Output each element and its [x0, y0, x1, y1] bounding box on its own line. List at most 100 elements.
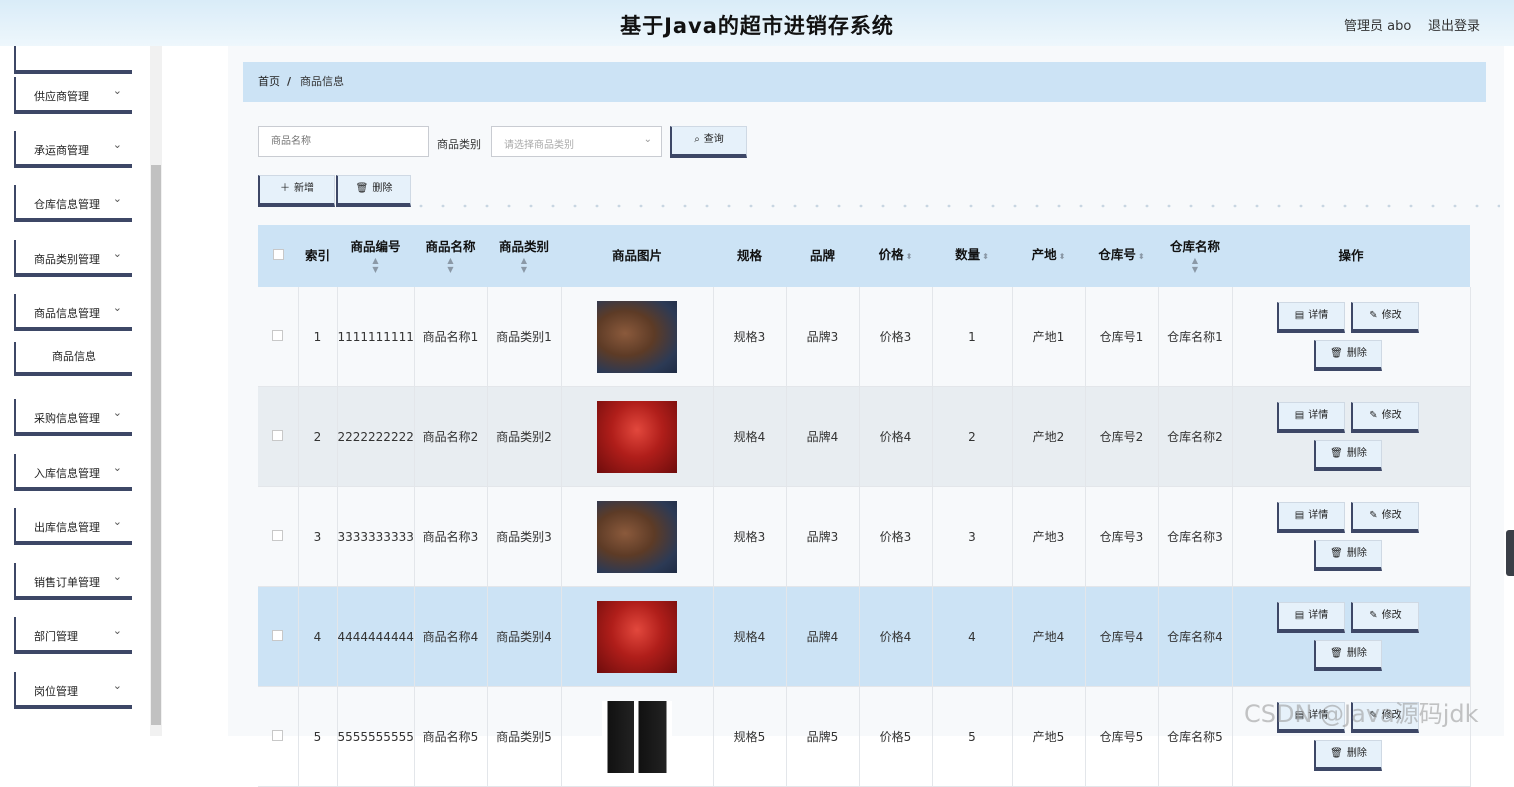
bulk-delete-button[interactable]: 🗑 删除: [336, 175, 411, 207]
product-thumbnail[interactable]: [597, 500, 677, 573]
select-all-checkbox[interactable]: [272, 249, 284, 260]
trash-icon: 🗑: [1330, 547, 1343, 559]
header-price[interactable]: 价格 ⬍: [859, 225, 932, 287]
sort-icon[interactable]: ▲ ▼: [337, 256, 414, 274]
product-thumbnail[interactable]: [597, 400, 677, 473]
sidebar-item-inbound[interactable]: 入库信息管理 ⌄: [14, 454, 132, 491]
header-label: 品牌: [809, 248, 835, 263]
row-checkbox[interactable]: [272, 529, 284, 541]
cell-spec: 规格3: [713, 287, 787, 387]
edit-button[interactable]: ✎ 修改: [1351, 601, 1419, 633]
delete-label: 删除: [1346, 747, 1367, 759]
sidebar-subitem-product-info[interactable]: 商品信息: [14, 342, 132, 376]
sidebar-item-label: 岗位管理: [34, 685, 78, 698]
sidebar-item-label: 出库信息管理: [34, 521, 100, 534]
header-qty[interactable]: 数量 ⬍: [932, 225, 1012, 287]
pencil-icon: ✎: [1369, 409, 1378, 421]
header-label: 商品名称: [425, 239, 476, 254]
sidebar-item-supplier[interactable]: 供应商管理 ⌄: [14, 77, 132, 114]
sort-icon[interactable]: ▲ ▼: [414, 256, 487, 274]
delete-button[interactable]: 🗑 删除: [1314, 439, 1382, 471]
cell-category: 商品类别5: [487, 686, 562, 787]
cell-warehouse-no: 仓库号5: [1085, 686, 1159, 787]
header-warehouse-no[interactable]: 仓库号 ⬍: [1085, 225, 1158, 287]
edit-button[interactable]: ✎ 修改: [1351, 401, 1419, 433]
chevron-down-icon: ⌄: [112, 192, 122, 205]
detail-button[interactable]: ▤ 详情: [1277, 601, 1345, 633]
cell-brand: 品牌4: [786, 386, 860, 487]
add-button[interactable]: ＋ 新增: [258, 175, 335, 207]
edit-label: 修改: [1381, 409, 1402, 421]
detail-button[interactable]: ▤ 详情: [1277, 301, 1345, 333]
sidebar-item-outbound[interactable]: 出库信息管理 ⌄: [14, 508, 132, 545]
cell-spec: 规格3: [713, 486, 787, 587]
delete-button[interactable]: 🗑 删除: [1314, 639, 1382, 671]
query-button[interactable]: ⌕ 查询: [670, 126, 747, 158]
header-label: 价格: [878, 247, 904, 262]
header-warehouse-name[interactable]: 仓库名称 ▲ ▼: [1158, 225, 1232, 287]
detail-label: 详情: [1308, 409, 1329, 421]
cell-category: 商品类别1: [487, 287, 562, 387]
chevron-down-icon: ⌄: [112, 406, 122, 419]
header-label: 数量: [955, 247, 981, 262]
add-label: 新增: [294, 183, 314, 194]
chevron-down-icon: ⌄: [112, 84, 122, 97]
sidebar-item-warehouse[interactable]: 仓库信息管理 ⌄: [14, 185, 132, 222]
cell-warehouse-no: 仓库号4: [1085, 586, 1159, 687]
product-thumbnail[interactable]: [602, 700, 672, 773]
delete-button[interactable]: 🗑 删除: [1314, 739, 1382, 771]
edit-button[interactable]: ✎ 修改: [1351, 501, 1419, 533]
sidebar-item-product[interactable]: 商品信息管理 ⌄: [14, 294, 132, 331]
sort-icon[interactable]: ⬍: [906, 252, 913, 261]
cell-ops: ▤ 详情 ✎ 修改 🗑 删除: [1232, 386, 1471, 487]
sort-icon[interactable]: ▲ ▼: [487, 256, 561, 274]
table-row: 1 1111111111 商品名称1 商品类别1 规格3 品牌3 价格3 1 产地1 仓库号1 仓库…: [258, 287, 1471, 387]
sidebar-item-carrier[interactable]: 承运商管理 ⌄: [14, 131, 132, 168]
breadcrumb-home[interactable]: 首页: [258, 62, 280, 102]
sidebar-item-sales[interactable]: 销售订单管理 ⌄: [14, 563, 132, 600]
detail-button[interactable]: ▤ 详情: [1277, 501, 1345, 533]
header-spec[interactable]: 规格: [713, 225, 786, 287]
sort-icon[interactable]: ▲ ▼: [1158, 256, 1232, 274]
sidebar-item-category[interactable]: 商品类别管理 ⌄: [14, 240, 132, 277]
row-checkbox[interactable]: [272, 329, 284, 341]
row-checkbox[interactable]: [272, 729, 284, 741]
sidebar-item-position[interactable]: 岗位管理 ⌄: [14, 672, 132, 709]
product-thumbnail[interactable]: [597, 600, 677, 673]
logout-link[interactable]: 退出登录: [1428, 15, 1480, 34]
side-panel-handle[interactable]: [1506, 530, 1514, 576]
delete-button[interactable]: 🗑 删除: [1314, 539, 1382, 571]
cell-warehouse-no: 仓库号2: [1085, 386, 1159, 487]
select-all-cell: [258, 225, 298, 287]
product-thumbnail[interactable]: [597, 300, 677, 373]
sidebar-item-department[interactable]: 部门管理 ⌄: [14, 617, 132, 654]
header-label: 索引: [304, 248, 330, 263]
edit-button[interactable]: ✎ 修改: [1351, 301, 1419, 333]
header-index[interactable]: 索引: [298, 225, 337, 287]
sort-icon[interactable]: ⬍: [1059, 252, 1066, 261]
header-image: 商品图片: [561, 225, 713, 287]
detail-label: 详情: [1308, 609, 1329, 621]
sort-icon[interactable]: ⬍: [982, 252, 989, 261]
header-code[interactable]: 商品编号 ▲ ▼: [337, 225, 414, 287]
category-select[interactable]: 请选择商品类别 ⌄: [491, 126, 662, 157]
cell-spec: 规格4: [713, 386, 787, 487]
admin-user: 管理员 abo: [1344, 19, 1412, 34]
row-checkbox[interactable]: [272, 429, 284, 441]
header-brand[interactable]: 品牌: [786, 225, 859, 287]
header-name[interactable]: 商品名称 ▲ ▼: [414, 225, 487, 287]
header-origin[interactable]: 产地 ⬍: [1012, 225, 1085, 287]
sidebar-scroll-thumb[interactable]: [151, 165, 161, 725]
category-placeholder: 请选择商品类别: [504, 140, 574, 151]
delete-button[interactable]: 🗑 删除: [1314, 339, 1382, 371]
cell-name: 商品名称1: [414, 287, 488, 387]
cell-qty: 3: [932, 486, 1013, 587]
sort-icon[interactable]: ⬍: [1138, 252, 1145, 261]
sidebar-item-partial[interactable]: [14, 46, 132, 74]
product-name-input[interactable]: [258, 126, 429, 157]
sidebar-item-purchase[interactable]: 采购信息管理 ⌄: [14, 399, 132, 436]
header-category[interactable]: 商品类别 ▲ ▼: [487, 225, 561, 287]
trash-icon: 🗑: [355, 183, 369, 194]
detail-button[interactable]: ▤ 详情: [1277, 401, 1345, 433]
row-checkbox[interactable]: [272, 629, 284, 641]
